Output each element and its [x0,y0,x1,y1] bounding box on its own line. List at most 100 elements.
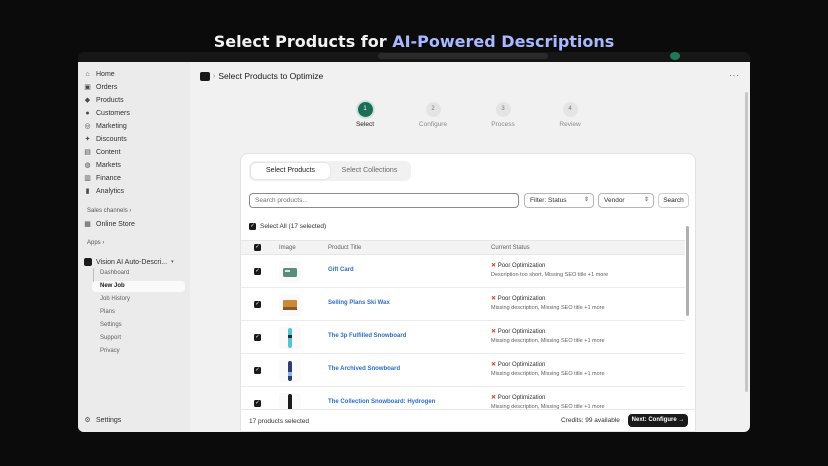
row-checkbox[interactable]: ✓ [254,268,261,275]
sidebar-item-finance[interactable]: ▥ Finance [84,172,121,184]
app-header: › Select Products to Optimize ··· [190,62,750,90]
tag-icon: ◆ [84,96,91,104]
select-arrows-icon: ⇕ [583,197,589,203]
bar-chart-icon: ▮ [85,187,90,195]
more-menu-icon[interactable]: ··· [729,71,740,80]
sidebar-item-analytics[interactable]: ▮ Analytics [84,185,124,197]
search-input[interactable]: Search products... [249,193,519,208]
product-title-link[interactable]: The Archived Snowboard [328,366,400,372]
column-header-status: Current Status [491,245,530,251]
gear-icon: ⚙ [84,416,91,424]
sidebar-sub-dashboard[interactable]: Dashboard [100,268,129,279]
step-configure: 2 Configure [413,102,453,128]
step-number: 3 [495,102,511,117]
row-checkbox[interactable]: ✓ [254,334,261,341]
row-checkbox[interactable]: ✓ [254,367,261,374]
sales-channels-heading[interactable]: Sales channels › [87,208,131,214]
sidebar-sub-plans[interactable]: Plans [100,307,115,318]
sidebar-item-products[interactable]: ◆ Products [84,94,124,106]
headline-prefix: Select Products for [213,32,393,51]
avatar[interactable] [670,52,680,60]
page-headline: Select Products for AI-Powered Descripti… [0,32,828,51]
sidebar-item-marketing[interactable]: ◎ Marketing [84,120,126,132]
error-x-icon: ✕ [491,329,497,335]
error-x-icon: ✕ [491,296,497,302]
product-title-link[interactable]: The 3p Fulfilled Snowboard [328,333,406,339]
page-scrollbar[interactable] [745,92,748,392]
orders-icon: ▣ [84,83,91,91]
product-title-link[interactable]: Gift Card [328,267,354,273]
product-title-link[interactable]: Selling Plans Ski Wax [328,300,390,306]
card-footer: 17 products selected Credits: 99 availab… [241,409,695,431]
tab-select-products[interactable]: Select Products [251,163,330,179]
gift-card-image [283,268,297,277]
status-badge: ✕ Poor Optimization [491,295,545,302]
globe-icon: ◍ [84,161,91,169]
row-checkbox[interactable]: ✓ [254,301,261,308]
sidebar-item-label: Discounts [96,135,127,143]
sidebar-item-orders[interactable]: ▣ Orders [84,81,117,93]
sidebar-item-label: Online Store [96,220,135,228]
status-detail: Missing description, Missing SEO title +… [491,305,605,311]
address-bar[interactable] [378,53,548,59]
status-text: Poor Optimization [497,263,546,269]
sidebar-sub-privacy[interactable]: Privacy [100,346,120,357]
sidebar-item-app[interactable]: Vision AI Auto-Descri... ▾ [84,256,184,268]
sidebar-sub-settings[interactable]: Settings [100,320,122,331]
sidebar-item-content[interactable]: ▤ Content [84,146,120,158]
status-filter-select[interactable]: Filter: Status ⇕ [524,193,594,208]
store-icon: ▦ [84,220,91,228]
sidebar-item-label: Markets [96,161,121,169]
tab-group: Select Products Select Collections [249,161,411,181]
sidebar-item-label: Analytics [96,187,125,195]
status-text: Poor Optimization [497,362,546,368]
step-number: 4 [562,102,578,117]
app-name: Vision AI Auto-Descri... [96,258,168,266]
select-arrows-icon: ⇕ [643,197,649,203]
status-badge: ✕ Poor Optimization [491,262,545,269]
error-x-icon: ✕ [491,362,497,368]
table-row[interactable]: ✓ The Archived Snowboard ✕ Poor Optimiza… [241,354,685,387]
sidebar-item-online-store[interactable]: ▦ Online Store [84,218,135,230]
headline-accent: AI-Powered Descriptions [392,32,615,51]
vendor-filter-select[interactable]: Vendor ⇕ [598,193,654,208]
target-icon: ◎ [84,122,91,130]
table-header: ✓ Image Product Title Current Status [241,240,685,255]
header-checkbox[interactable]: ✓ [254,244,261,251]
product-title-link[interactable]: The Collection Snowboard: Hydrogen [328,399,435,405]
content-icon: ▤ [84,148,91,156]
sidebar-item-label: Settings [96,416,122,424]
table-row[interactable]: ✓ The 3p Fulfilled Snowboard ✕ Poor Opti… [241,321,685,354]
sidebar-item-label: Products [96,96,124,104]
table-scrollbar[interactable] [686,226,689,316]
tab-select-collections[interactable]: Select Collections [330,163,409,179]
sidebar-item-settings[interactable]: ⚙ Settings [84,414,121,426]
sidebar-item-home[interactable]: ⌂ Home [84,68,114,80]
table-row[interactable]: ✓ Gift Card ✕ Poor Optimization Descript… [241,255,685,288]
table-row[interactable]: ✓ Selling Plans Ski Wax ✕ Poor Optimizat… [241,288,685,321]
admin-window: ⌂ Home ▣ Orders ◆ Products ● Customers ◎ Mark… [78,62,750,432]
step-process: 3 Process [483,102,523,128]
sidebar-item-markets[interactable]: ◍ Markets [84,159,121,171]
step-number: 2 [425,102,441,117]
select-all-label: Select All (17 selected) [260,223,327,230]
sidebar-item-discounts[interactable]: ✦ Discounts [84,133,127,145]
product-thumbnail [279,294,301,316]
step-label: Select [355,121,375,128]
apps-heading[interactable]: Apps › [87,240,104,246]
status-filter-value: Filter: Status [530,197,567,204]
next-configure-button[interactable]: Next: Configure → [628,414,688,427]
row-checkbox[interactable]: ✓ [254,400,261,407]
app-logo-icon [200,71,210,81]
select-all-row[interactable]: ✓ Select All (17 selected) [249,223,326,230]
sidebar-sub-new-job[interactable]: New Job [92,281,185,292]
status-detail: Missing description, Missing SEO title +… [491,371,605,377]
sidebar-sub-support[interactable]: Support [100,333,121,344]
column-header-title: Product Title [328,245,362,251]
error-x-icon: ✕ [491,263,497,269]
sidebar-item-customers[interactable]: ● Customers [84,107,129,119]
chevron-right-icon: › [213,72,216,80]
sidebar-sub-job-history[interactable]: Job History [100,294,130,305]
search-button[interactable]: Search [658,193,689,208]
select-all-checkbox[interactable]: ✓ [249,223,256,230]
